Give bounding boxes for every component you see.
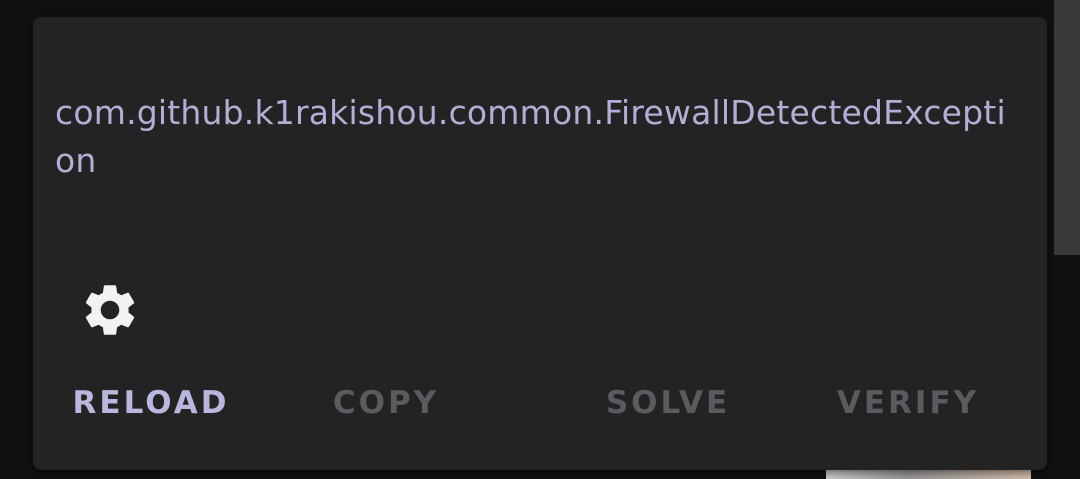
settings-button[interactable] (77, 277, 143, 343)
error-message: com.github.k1rakishou.common.FirewallDet… (55, 93, 1006, 180)
error-dialog: com.github.k1rakishou.common.FirewallDet… (33, 17, 1047, 470)
solve-button[interactable]: SOLVE (593, 379, 743, 427)
reload-button[interactable]: RELOAD (61, 379, 241, 427)
dialog-actions: RELOAD COPY SOLVE VERIFY (33, 379, 1047, 427)
background-scrollbar (1054, 0, 1080, 255)
copy-button[interactable]: COPY (311, 379, 461, 427)
verify-button[interactable]: VERIFY (823, 379, 993, 427)
gear-icon (79, 279, 141, 341)
